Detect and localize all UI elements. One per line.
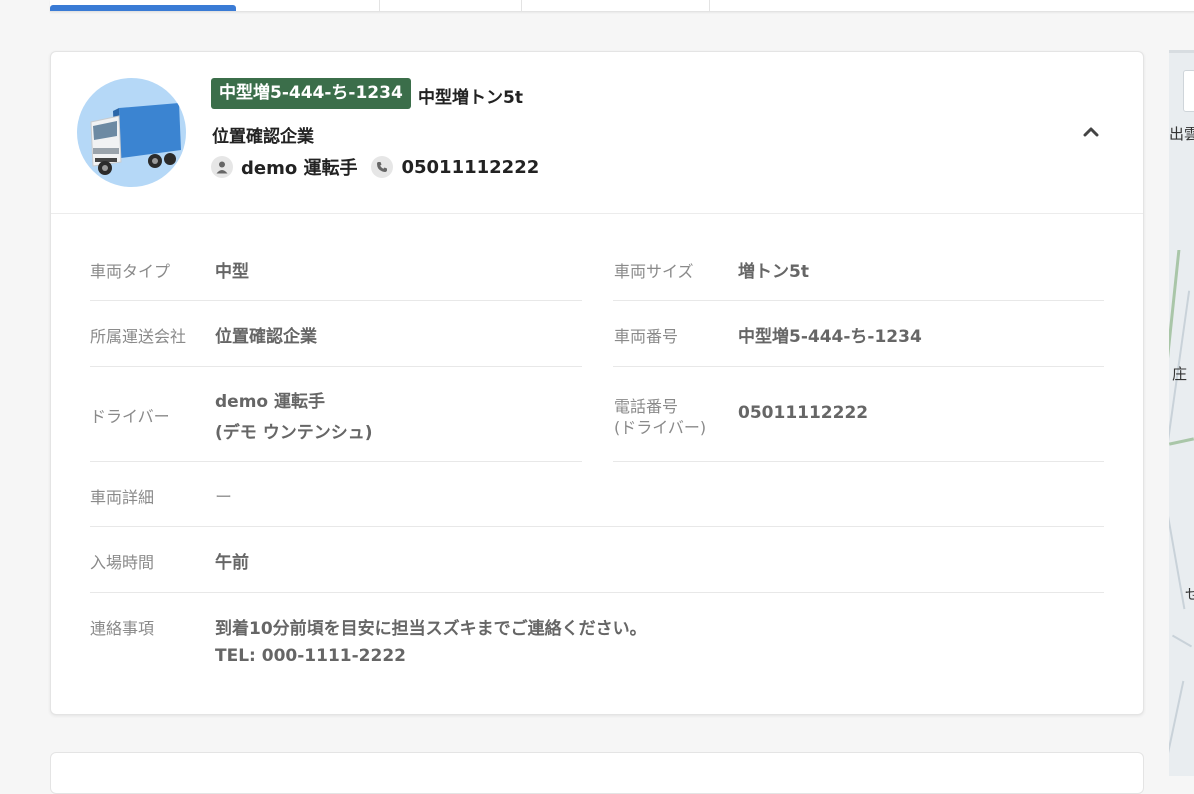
- map-panel[interactable]: 出雲 庄 せ: [1169, 50, 1194, 776]
- tab-divider: [709, 0, 710, 11]
- license-plate-badge: 中型増5-444-ち-1234: [211, 78, 411, 109]
- tab-divider: [521, 0, 522, 11]
- vehicle-type-title: 中型増トン5t: [418, 88, 523, 108]
- truck-avatar: [77, 78, 186, 187]
- vehicle-size-label: 車両サイズ: [614, 262, 694, 281]
- carrier-value: 位置確認企業: [215, 327, 317, 347]
- vehicle-detail-label: 車両詳細: [90, 488, 155, 507]
- tab-bar: [50, 0, 1194, 12]
- map-label: 庄: [1172, 365, 1188, 383]
- divider: [90, 526, 1104, 527]
- company-name: 位置確認企業: [212, 127, 314, 147]
- divider: [613, 366, 1104, 367]
- vehicle-number-label: 車両番号: [614, 327, 679, 346]
- divider: [613, 461, 1104, 462]
- active-tab-indicator[interactable]: [50, 5, 236, 11]
- notes-label: 連絡事項: [90, 619, 155, 638]
- phone-label-sub: (ドライバー): [614, 418, 707, 437]
- divider: [90, 366, 582, 367]
- divider: [90, 300, 582, 301]
- person-icon: [211, 156, 233, 178]
- collapse-button[interactable]: [1079, 120, 1103, 144]
- divider: [90, 592, 1104, 593]
- entry-time-label: 入場時間: [90, 553, 155, 572]
- tab-divider: [379, 0, 380, 11]
- entry-time-value: 午前: [215, 553, 249, 573]
- vehicle-card-header[interactable]: 中型増5-444-ち-1234 中型増トン5t 位置確認企業 demo 運転手 …: [51, 52, 1143, 214]
- vehicle-type-label: 車両タイプ: [90, 262, 171, 281]
- vehicle-type-value: 中型: [215, 262, 249, 282]
- chevron-up-icon: [1083, 127, 1099, 137]
- notes-value: 到着10分前頃を目安に担当スズキまでご連絡ください。: [215, 619, 647, 639]
- divider: [613, 300, 1104, 301]
- notes-tel: TEL: 000-1111-2222: [215, 646, 406, 666]
- map-label: 出雲: [1169, 125, 1194, 143]
- truck-icon: [90, 103, 181, 175]
- driver-name: demo 運転手: [241, 158, 358, 179]
- divider: [90, 461, 582, 462]
- driver-value: demo 運転手: [215, 392, 326, 412]
- vehicle-number-value: 中型増5-444-ち-1234: [738, 327, 922, 347]
- driver-contact-row: demo 運転手 05011112222: [211, 155, 539, 179]
- next-vehicle-card[interactable]: [50, 752, 1144, 794]
- driver-phone[interactable]: 05011112222: [401, 157, 539, 178]
- vehicle-detail-value: ー: [215, 488, 232, 508]
- map-label: せ: [1185, 585, 1194, 603]
- carrier-label: 所属運送会社: [90, 327, 187, 346]
- vehicle-card: 中型増5-444-ち-1234 中型増トン5t 位置確認企業 demo 運転手 …: [50, 51, 1144, 715]
- vehicle-size-value: 増トン5t: [738, 262, 809, 282]
- phone-icon: [371, 156, 394, 178]
- driver-label: ドライバー: [90, 407, 170, 426]
- phone-value: 05011112222: [738, 403, 869, 423]
- driver-value-kana: (デモ ウンテンシュ): [215, 423, 373, 443]
